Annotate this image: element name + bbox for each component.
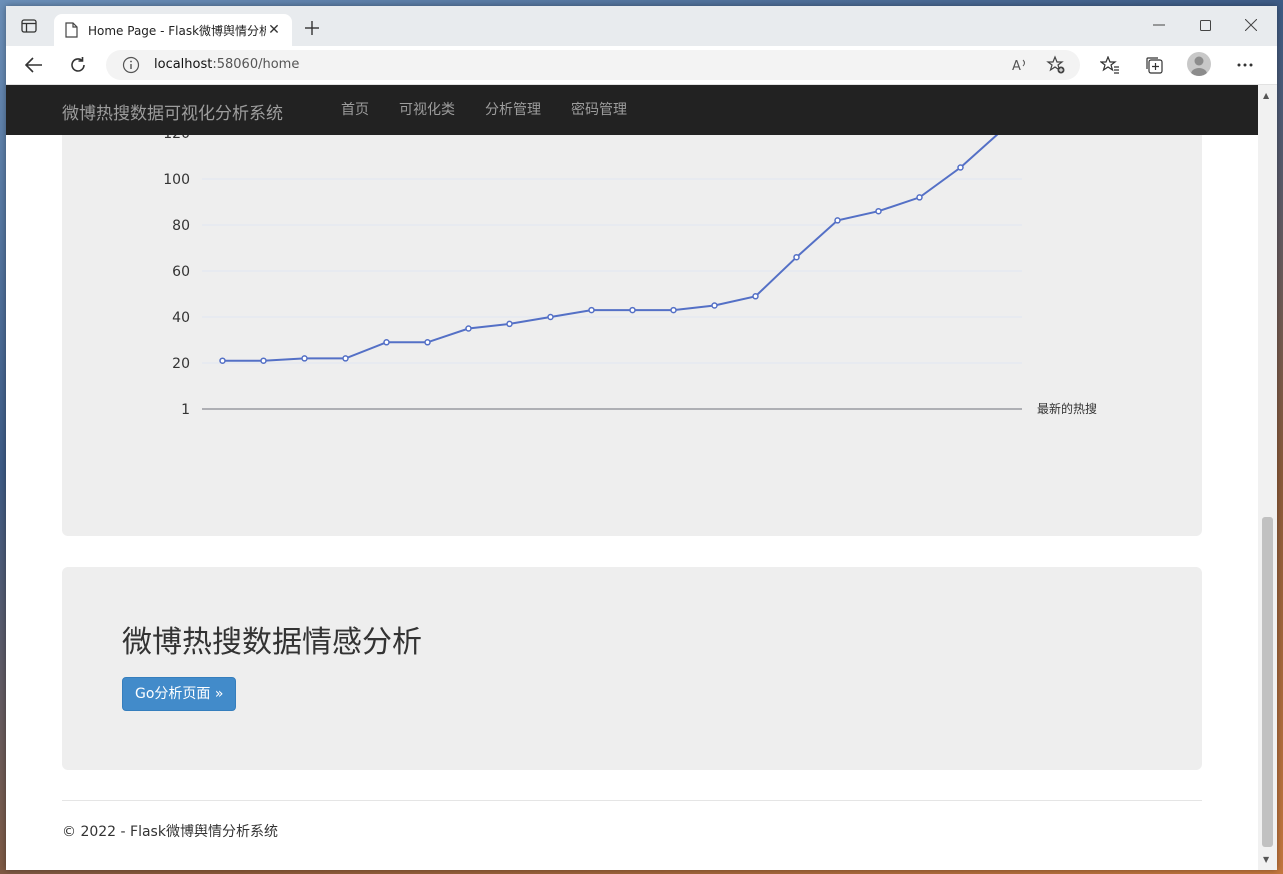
x-axis-name: 最新的热搜 xyxy=(1037,401,1097,416)
close-window-icon[interactable] xyxy=(1228,14,1274,36)
y-tick-label: 1 xyxy=(181,402,190,418)
browser-toolbar: localhost:58060/home A xyxy=(6,46,1277,85)
data-point[interactable] xyxy=(752,293,759,300)
nav-link-analysis[interactable]: 分析管理 xyxy=(470,85,556,135)
site-navbar: 微博热搜数据可视化分析系统 首页 可视化类 分析管理 密码管理 xyxy=(6,85,1258,135)
collections-icon[interactable] xyxy=(1140,52,1168,78)
scrollbar[interactable]: ▲ ▼ xyxy=(1258,85,1277,870)
page-icon xyxy=(64,22,78,38)
footer-divider xyxy=(62,800,1202,801)
browser-window: Home Page - Flask微博舆情分析 ✕ localhost:5806… xyxy=(6,6,1277,870)
nav-link-visualization[interactable]: 可视化类 xyxy=(384,85,470,135)
y-tick-label: 100 xyxy=(163,172,190,188)
data-point[interactable] xyxy=(957,164,964,171)
chart-panel: 120406080100120140最新的热搜 xyxy=(62,115,1202,536)
data-point[interactable] xyxy=(506,320,513,328)
address-bar[interactable]: localhost:58060/home A xyxy=(106,50,1080,80)
data-point[interactable] xyxy=(834,217,841,224)
data-point[interactable] xyxy=(424,339,431,346)
new-tab-icon[interactable] xyxy=(302,18,322,38)
section-title: 微博热搜数据情感分析 xyxy=(122,625,422,660)
site-info-icon[interactable] xyxy=(122,56,140,74)
data-point[interactable] xyxy=(547,313,554,321)
profile-avatar[interactable] xyxy=(1187,52,1211,76)
data-point[interactable] xyxy=(793,253,800,261)
minimize-icon[interactable] xyxy=(1136,14,1182,36)
data-point[interactable] xyxy=(260,357,267,364)
data-point[interactable] xyxy=(629,306,636,314)
tab-title: Home Page - Flask微博舆情分析 xyxy=(88,23,266,38)
data-point[interactable] xyxy=(711,302,718,309)
data-point[interactable] xyxy=(342,355,349,362)
sentiment-section: 微博热搜数据情感分析 Go分析页面 » xyxy=(62,567,1202,770)
data-point[interactable] xyxy=(383,339,390,346)
y-tick-label: 80 xyxy=(172,218,190,234)
footer-text: © 2022 - Flask微博舆情分析系统 xyxy=(62,824,278,840)
maximize-icon[interactable] xyxy=(1182,14,1228,36)
page-viewport: 微博热搜数据可视化分析系统 首页 可视化类 分析管理 密码管理 1 20 40 60 8… xyxy=(6,85,1258,870)
close-tab-icon[interactable]: ✕ xyxy=(266,22,282,38)
nav-link-home[interactable]: 首页 xyxy=(326,85,384,135)
data-point[interactable] xyxy=(588,306,595,314)
tab-strip: Home Page - Flask微博舆情分析 ✕ xyxy=(6,6,1277,46)
favorites-icon[interactable] xyxy=(1096,52,1124,78)
browser-tab[interactable]: Home Page - Flask微博舆情分析 ✕ xyxy=(54,14,292,46)
url-host: localhost xyxy=(154,57,213,72)
site-brand[interactable]: 微博热搜数据可视化分析系统 xyxy=(62,99,283,124)
add-favorite-icon[interactable] xyxy=(1046,55,1066,75)
series-line xyxy=(222,129,1003,362)
more-menu-icon[interactable] xyxy=(1231,52,1259,78)
refresh-icon[interactable] xyxy=(64,52,92,78)
data-point[interactable] xyxy=(301,355,308,362)
read-aloud-icon[interactable]: A xyxy=(1010,55,1030,75)
svg-text:A: A xyxy=(1012,59,1021,74)
nav-links: 首页 可视化类 分析管理 密码管理 xyxy=(326,85,642,135)
scroll-up-icon[interactable]: ▲ xyxy=(1263,91,1269,100)
url-text[interactable]: localhost:58060/home xyxy=(154,56,299,74)
scrollbar-thumb[interactable] xyxy=(1262,517,1273,847)
data-point[interactable] xyxy=(219,357,226,364)
data-point[interactable] xyxy=(916,194,923,201)
data-point[interactable] xyxy=(875,207,882,215)
data-point[interactable] xyxy=(465,325,472,332)
back-arrow-icon[interactable] xyxy=(20,52,48,78)
tab-actions-icon[interactable] xyxy=(18,16,40,36)
nav-link-password[interactable]: 密码管理 xyxy=(556,85,642,135)
y-tick-label: 60 xyxy=(172,264,190,280)
scroll-down-icon[interactable]: ▼ xyxy=(1263,855,1269,864)
url-path: :58060/home xyxy=(212,57,300,72)
y-tick-label: 20 xyxy=(172,356,190,372)
data-point[interactable] xyxy=(670,306,677,314)
line-chart: 120406080100120140最新的热搜 xyxy=(163,126,1097,418)
go-analysis-button[interactable]: Go分析页面 » xyxy=(122,677,237,711)
y-tick-label: 40 xyxy=(172,310,190,326)
